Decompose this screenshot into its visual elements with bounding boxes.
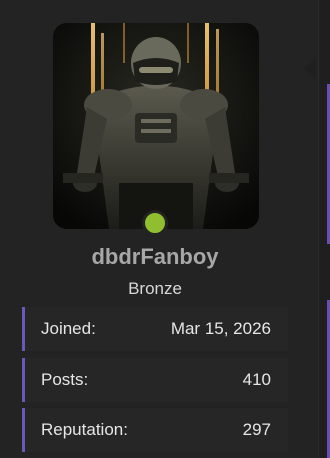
stat-value-joined: Mar 15, 2026 bbox=[170, 319, 271, 338]
username[interactable]: dbdrFanboy bbox=[0, 244, 310, 270]
adjacent-panel bbox=[318, 0, 330, 458]
stat-row-posts[interactable]: Posts: 410 bbox=[22, 358, 288, 402]
stat-label-posts: Posts: bbox=[41, 370, 89, 389]
stat-value-reputation: 297 bbox=[242, 420, 271, 439]
user-profile-card: dbdrFanboy Bronze Joined: Mar 15, 2026 P… bbox=[0, 0, 330, 458]
stat-value-posts: 410 bbox=[242, 370, 271, 389]
stat-row-reputation[interactable]: Reputation: 297 bbox=[22, 408, 288, 452]
avatar[interactable] bbox=[53, 23, 259, 229]
user-rank: Bronze bbox=[128, 279, 182, 298]
pointer-caret bbox=[304, 58, 316, 80]
stat-label-joined: Joined: bbox=[41, 319, 96, 338]
online-status-dot bbox=[142, 210, 168, 236]
stat-row-joined: Joined: Mar 15, 2026 bbox=[22, 307, 288, 351]
stat-label-reputation: Reputation: bbox=[41, 420, 128, 439]
avatar-image bbox=[53, 23, 259, 229]
